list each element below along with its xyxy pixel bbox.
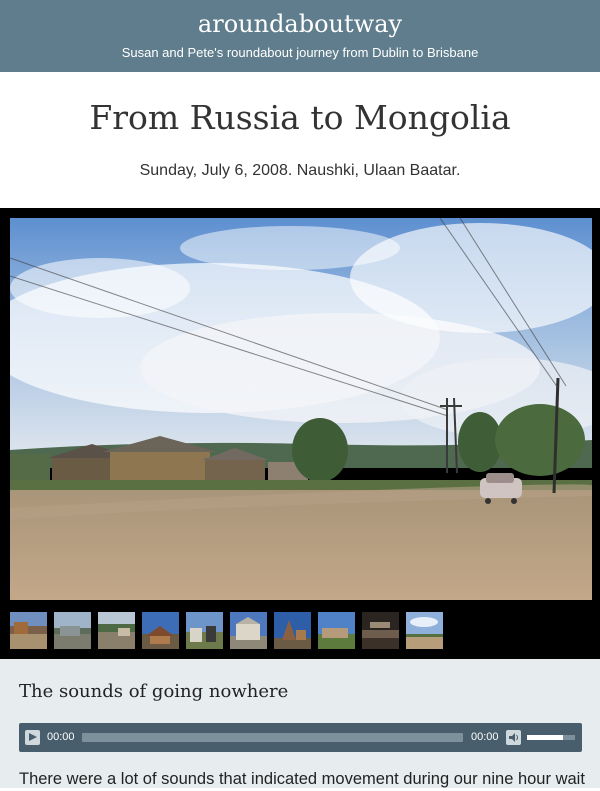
volume-slider[interactable]	[527, 735, 575, 740]
site-title-link[interactable]: aroundaboutway	[0, 0, 600, 39]
site-header: aroundaboutway Susan and Pete's roundabo…	[0, 0, 600, 72]
gallery-thumbnail[interactable]	[98, 612, 135, 649]
body-paragraph: There were a lot of sounds that indicate…	[19, 770, 585, 788]
gallery-thumbnail[interactable]	[10, 612, 47, 649]
gallery-thumbnail[interactable]	[406, 612, 443, 649]
post-meta: Sunday, July 6, 2008. Naushki, Ulaan Baa…	[139, 162, 461, 179]
main-photo-image	[10, 218, 592, 600]
play-icon[interactable]	[25, 730, 40, 745]
gallery-thumbnail[interactable]	[274, 612, 311, 649]
volume-icon[interactable]	[506, 730, 521, 745]
gallery-thumbnail[interactable]	[142, 612, 179, 649]
gallery-thumbnail[interactable]	[362, 612, 399, 649]
gallery-thumbnail[interactable]	[186, 612, 223, 649]
current-time: 00:00	[47, 731, 75, 743]
post-header: From Russia to Mongolia Sunday, July 6, …	[0, 72, 600, 208]
gallery-thumbnail[interactable]	[230, 612, 267, 649]
volume-level	[527, 735, 563, 740]
audio-player: 00:00 00:00	[19, 723, 582, 752]
photo-gallery	[0, 208, 600, 659]
site-tagline: Susan and Pete's roundabout journey from…	[121, 45, 479, 60]
gallery-thumbnail[interactable]	[54, 612, 91, 649]
gallery-thumbnail[interactable]	[318, 612, 355, 649]
main-photo[interactable]	[10, 218, 592, 600]
progress-track[interactable]	[82, 733, 463, 742]
section-title: The sounds of going nowhere	[19, 681, 289, 702]
duration-time: 00:00	[471, 731, 499, 743]
post-content: The sounds of going nowhere 00:00 00:00 …	[0, 659, 600, 788]
post-title: From Russia to Mongolia	[89, 98, 511, 137]
